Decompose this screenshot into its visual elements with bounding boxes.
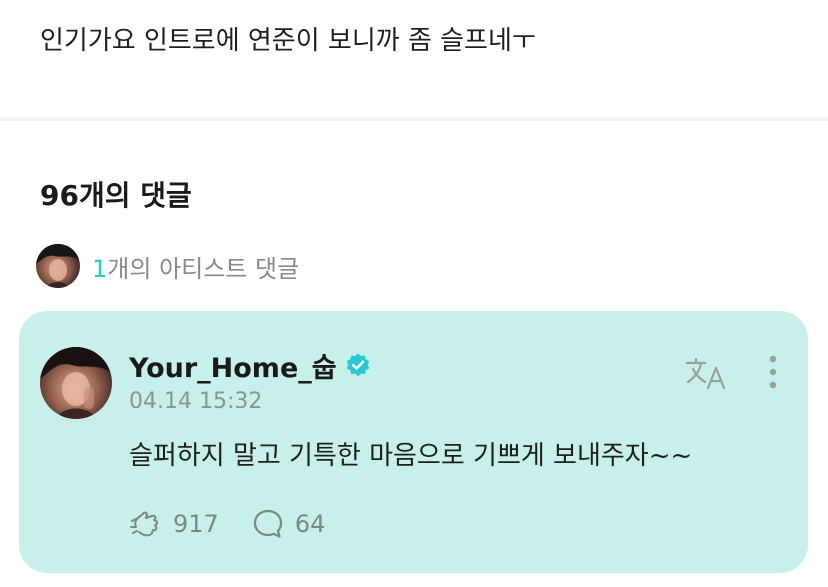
avatar — [36, 244, 80, 288]
artist-comment-count: 1 — [92, 254, 108, 283]
translate-icon[interactable] — [684, 355, 728, 391]
like-button[interactable]: 917 — [129, 507, 219, 541]
verified-check-icon — [345, 352, 371, 378]
section-divider — [0, 117, 828, 121]
reply-button[interactable]: 64 — [251, 507, 326, 541]
avatar[interactable] — [40, 347, 112, 419]
comment-author-name[interactable]: Your_Home_숩 — [129, 346, 337, 385]
comment-actions: 917 64 — [129, 506, 357, 542]
speech-bubble-icon — [253, 509, 282, 538]
more-vertical-icon[interactable] — [761, 353, 785, 391]
comment-author-row: Your_Home_숩 — [129, 346, 371, 385]
comment-timestamp: 04.14 15:32 — [129, 389, 263, 414]
artist-comment-card: Your_Home_숩 04.14 15:32 슬퍼하지 말고 기특한 마음으로… — [19, 311, 808, 573]
comment-body: 슬퍼하지 말고 기특한 마음으로 기쁘게 보내주자~~ — [129, 441, 693, 471]
like-hand-icon — [130, 511, 159, 537]
artist-comments-label: 1개의 아티스트 댓글 — [92, 249, 299, 284]
artist-comments-summary[interactable]: 1개의 아티스트 댓글 — [36, 243, 299, 289]
comments-count-heading: 96개의 댓글 — [40, 179, 192, 212]
reply-count: 64 — [294, 510, 326, 538]
artist-comment-label-text: 개의 아티스트 댓글 — [107, 254, 300, 283]
post-text: 인기가요 인트로에 연준이 보니까 좀 슬프네ㅜ — [40, 26, 536, 56]
like-count: 917 — [173, 510, 219, 538]
